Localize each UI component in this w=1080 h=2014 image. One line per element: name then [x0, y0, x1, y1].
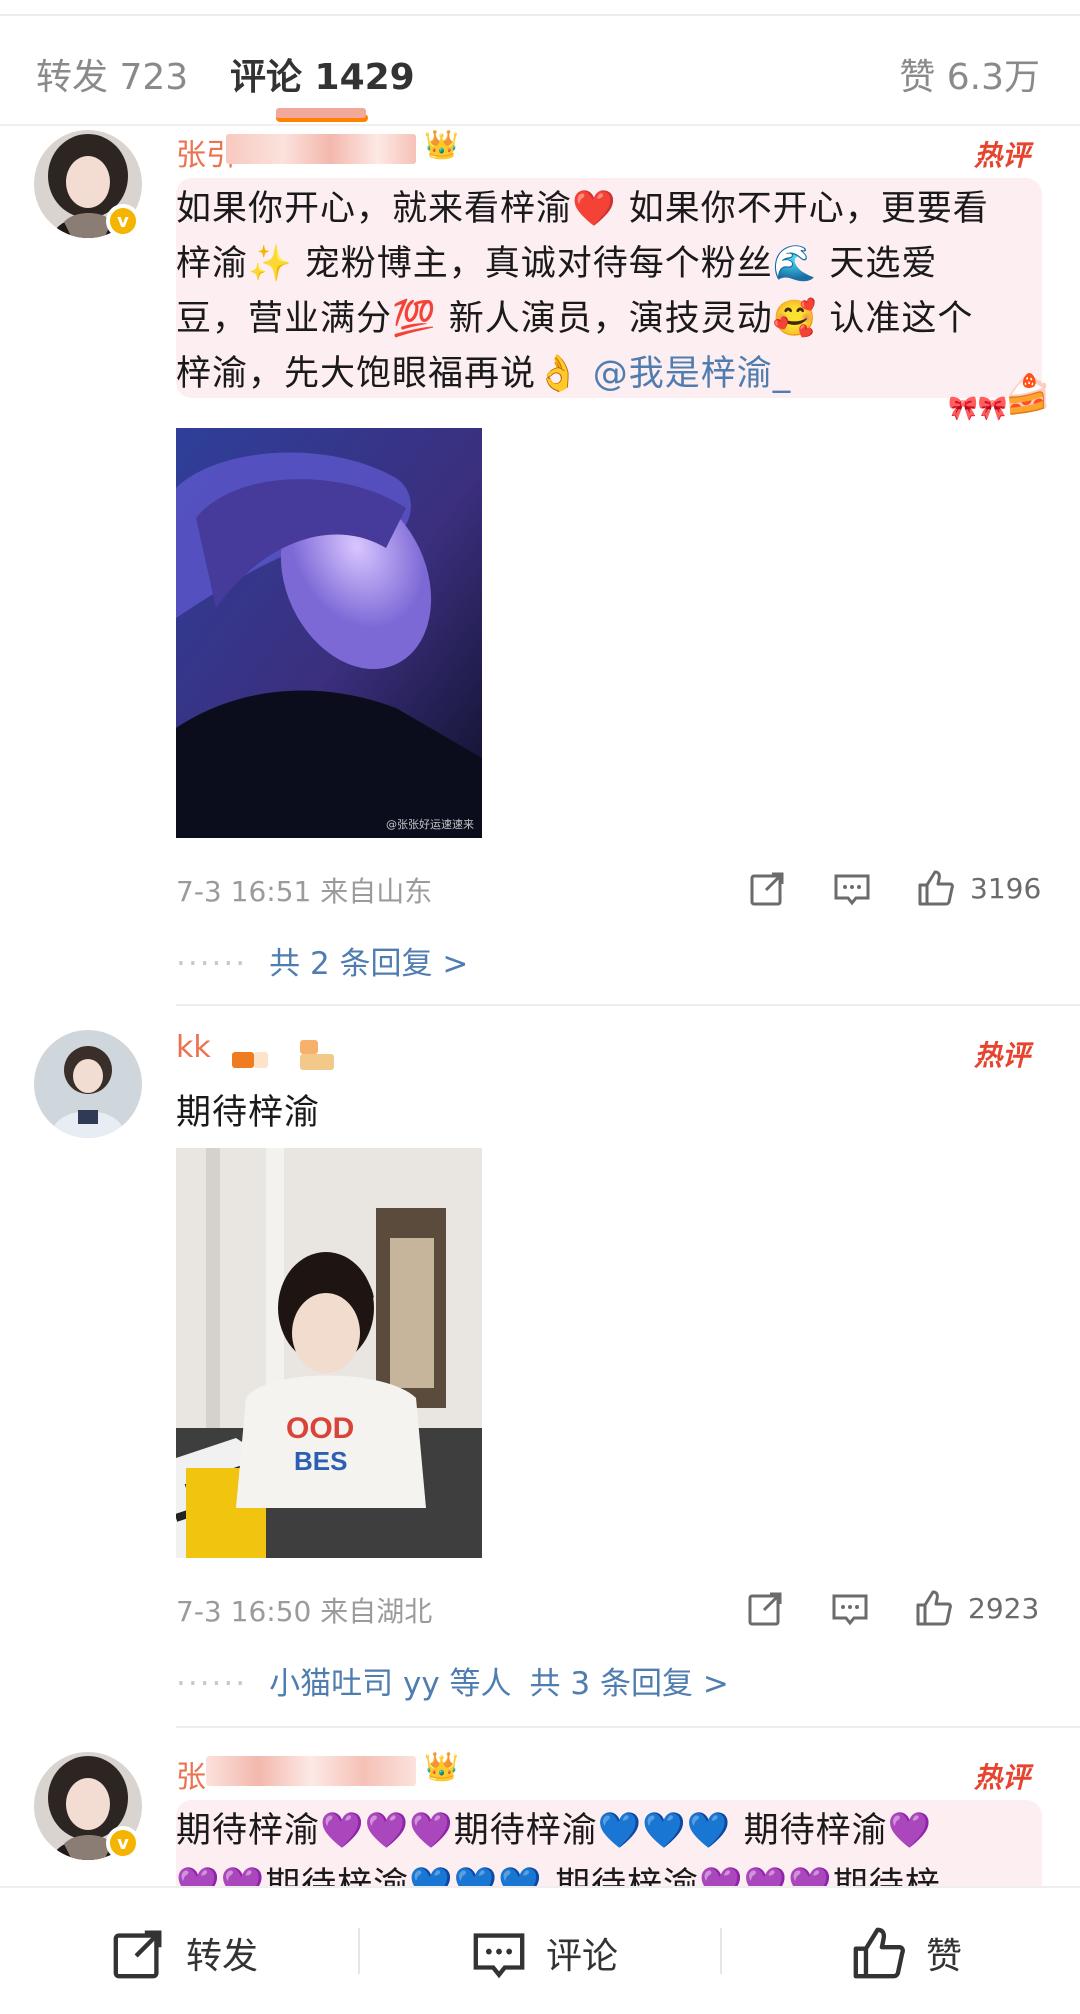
comment-photo[interactable]: @张张好运速速来 — [176, 428, 482, 838]
tab-comment[interactable]: 评论 1429 — [230, 48, 415, 100]
crown-badge-icon: 👑 — [424, 1750, 459, 1783]
comment-text: 如果你开心，就来看梓渝❤️ 如果你不开心，更要看 梓渝✨ 宠粉博主，真诚对待每个… — [176, 189, 989, 394]
comment-icon — [473, 1933, 525, 1979]
censor-mark — [276, 108, 366, 118]
view-replies-link[interactable]: ······ 共 2 条回复 > — [176, 938, 468, 983]
thumb-up-icon — [918, 870, 954, 906]
thumb-up-icon — [916, 1590, 952, 1626]
view-replies-link[interactable]: ······ 小猫吐司 yy 等人共 3 条回复 > — [176, 1658, 729, 1703]
comment-username[interactable]: kk — [176, 1030, 211, 1065]
bar-separator — [720, 1928, 722, 1974]
reply-comment-button[interactable] — [830, 1588, 870, 1628]
avatar[interactable] — [34, 1030, 142, 1138]
svg-text:OOD: OOD — [286, 1412, 354, 1445]
tabs-divider — [0, 124, 1080, 126]
comment-time: 7-3 16:51 来自山东 — [176, 875, 433, 908]
comment-icon — [832, 1594, 868, 1626]
repost-comment-button[interactable] — [748, 868, 788, 908]
like-comment-button[interactable]: 2923 — [914, 1588, 1039, 1628]
reply-users: 小猫吐司 yy 等人 — [269, 1666, 512, 1702]
bottom-action-bar: 转发 评论 赞 — [0, 1886, 1080, 2014]
hot-comment-badge: 热评 — [973, 139, 1030, 172]
comment-divider — [176, 1004, 1080, 1006]
photo-watermark: @张张好运速速来 — [386, 818, 474, 831]
censor-mosaic — [300, 1040, 318, 1054]
censor-mosaic — [206, 1756, 416, 1786]
censor-mosaic — [300, 1054, 334, 1070]
hot-comment-badge: 热评 — [973, 1039, 1030, 1072]
comment-time: 7-3 16:50 来自湖北 — [176, 1595, 433, 1628]
mention-link[interactable]: @我是梓渝_ — [593, 354, 792, 394]
bow-sticker-icon: 🎀🎀 — [948, 394, 1008, 422]
repost-button[interactable]: 转发 — [110, 1924, 258, 1982]
hot-comment-badge: 热评 — [973, 1761, 1030, 1794]
reply-comment-button[interactable] — [832, 868, 872, 908]
svg-text:BES: BES — [294, 1446, 347, 1476]
top-divider — [0, 14, 1080, 16]
share-icon — [113, 1930, 162, 1979]
bar-separator — [358, 1928, 360, 1974]
like-count: 2923 — [968, 1591, 1040, 1625]
like-comment-button[interactable]: 3196 — [916, 868, 1041, 908]
verified-badge-icon: v — [106, 1826, 140, 1860]
comment-icon — [834, 874, 870, 906]
censor-mosaic — [226, 134, 416, 164]
cake-sticker-icon: 🍰 — [1004, 372, 1052, 416]
comment-username[interactable]: 张 — [176, 1752, 206, 1796]
comment-photo[interactable]: OOD BES — [176, 1148, 482, 1558]
comment-divider — [176, 1726, 1080, 1728]
replies-dots: ······ — [176, 1666, 248, 1702]
censor-mosaic — [232, 1052, 254, 1068]
tab-like[interactable]: 赞 6.3万 — [899, 48, 1040, 100]
share-icon — [750, 872, 784, 906]
like-count: 3196 — [970, 871, 1042, 905]
tab-repost[interactable]: 转发 723 — [36, 48, 188, 100]
verified-badge-icon: v — [106, 204, 140, 238]
repost-comment-button[interactable] — [746, 1588, 786, 1628]
censor-mosaic — [254, 1052, 268, 1068]
share-icon — [748, 1592, 782, 1626]
like-button[interactable]: 赞 — [850, 1924, 962, 1982]
thumb-up-icon — [853, 1927, 905, 1979]
replies-dots: ······ — [176, 946, 248, 982]
comment-button[interactable]: 评论 — [470, 1924, 618, 1982]
comment-text: 期待梓渝 — [176, 1093, 321, 1133]
crown-badge-icon: 👑 — [424, 128, 459, 161]
comment-tabs: 转发 723 评论 1429 赞 6.3万 — [0, 40, 1080, 122]
